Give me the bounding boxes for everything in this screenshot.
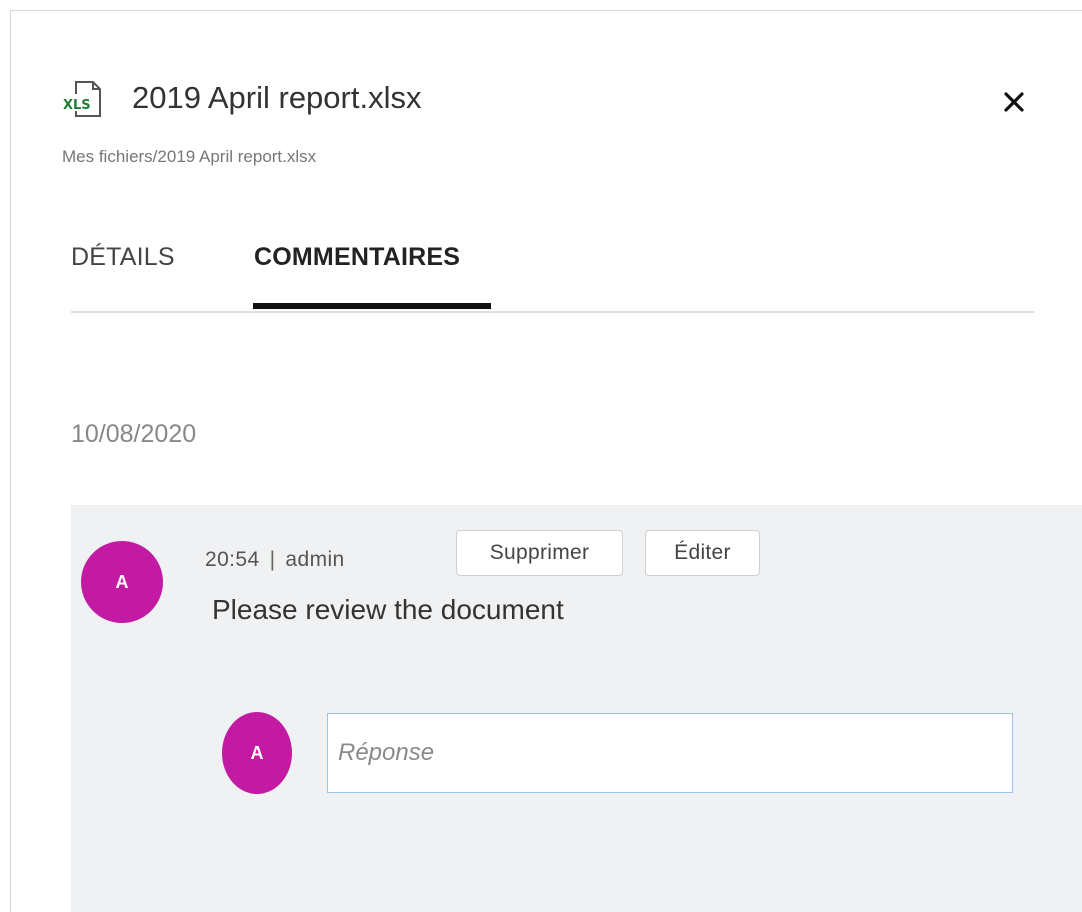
meta-separator: |: [269, 548, 276, 571]
tab-comments[interactable]: COMMENTAIRES: [254, 240, 460, 274]
edit-comment-button[interactable]: Éditer: [645, 530, 760, 576]
panel-left-border: [10, 10, 11, 912]
avatar: A: [81, 541, 163, 623]
xls-icon-label: XLS: [63, 98, 91, 113]
avatar-initial: A: [115, 571, 129, 592]
comment-author: admin: [285, 548, 345, 571]
tab-details[interactable]: DÉTAILS: [71, 240, 175, 274]
reply-avatar-initial: A: [250, 742, 264, 763]
comments-side-panel: XLS 2019 April report.xlsx Mes fichiers/…: [0, 0, 1082, 912]
tab-divider: [71, 311, 1034, 313]
comment-text: Please review the document: [212, 594, 564, 625]
file-title: 2019 April report.xlsx: [132, 80, 422, 115]
close-icon[interactable]: [998, 86, 1030, 118]
panel-top-border: [10, 10, 1082, 11]
reply-input[interactable]: [327, 713, 1013, 793]
comment-meta: 20:54 | admin: [205, 546, 345, 574]
file-path: Mes fichiers/2019 April report.xlsx: [62, 147, 317, 166]
comment-time: 20:54: [205, 548, 260, 571]
comment-date: 10/08/2020: [71, 420, 197, 448]
reply-avatar: A: [222, 712, 292, 794]
xls-file-icon: XLS: [62, 81, 101, 117]
delete-comment-button[interactable]: Supprimer: [456, 530, 623, 576]
active-tab-indicator: [253, 303, 491, 309]
